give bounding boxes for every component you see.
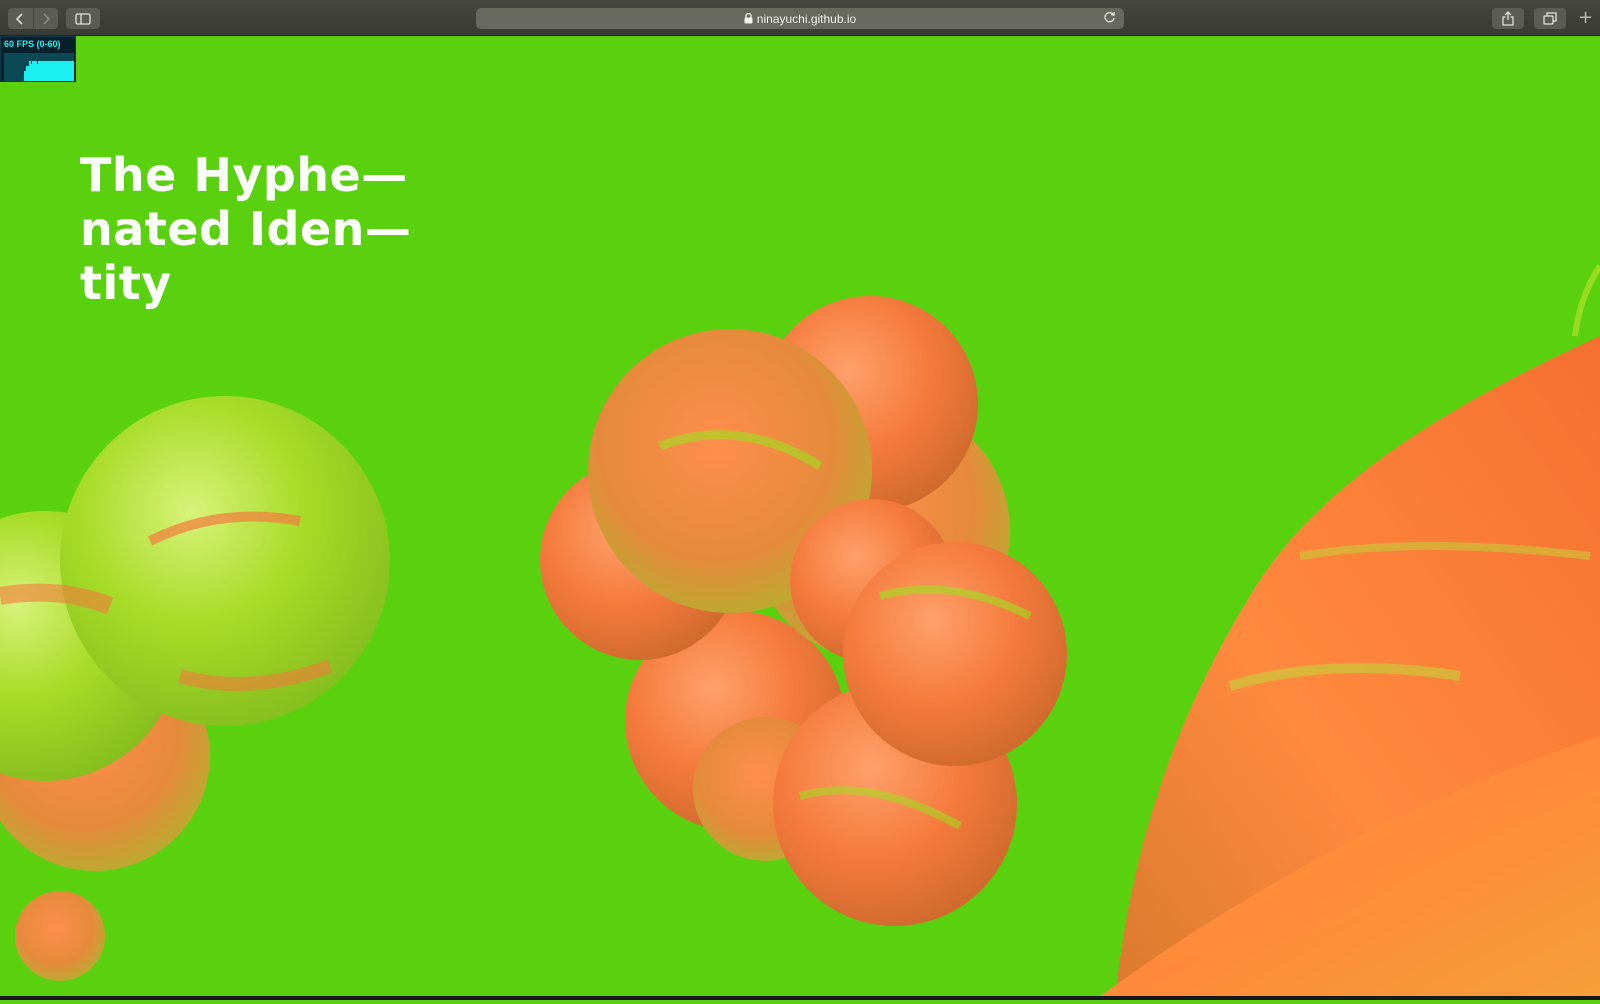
- headline: The Hyphe— nated Iden— tity: [80, 148, 411, 310]
- headline-line: The Hyphe—: [80, 148, 408, 202]
- show-tabs-button[interactable]: [1534, 8, 1566, 29]
- browser-toolbar: ninayuchi.github.io +: [0, 0, 1600, 36]
- headline-line: nated Iden—: [80, 202, 412, 256]
- headline-line: tity: [80, 256, 172, 310]
- back-button[interactable]: [8, 8, 33, 29]
- tabs-icon: [1543, 12, 1557, 25]
- sphere-edge: [1572, 264, 1600, 337]
- sphere: [843, 542, 1067, 766]
- address-bar[interactable]: ninayuchi.github.io: [476, 8, 1124, 29]
- sphere: [60, 396, 390, 726]
- sidebar-toggle-button[interactable]: [66, 8, 100, 29]
- reload-icon: [1104, 11, 1115, 23]
- window-bottom-edge: [0, 996, 1600, 1000]
- back-icon: [16, 12, 23, 25]
- sphere: [15, 891, 105, 981]
- lock-icon: [744, 13, 753, 24]
- nav-buttons: [8, 8, 58, 29]
- new-tab-icon: +: [1578, 7, 1594, 28]
- url-text: ninayuchi.github.io: [756, 11, 857, 26]
- sidebar-icon: [75, 12, 91, 25]
- new-tab-button[interactable]: +: [1578, 7, 1594, 28]
- forward-button[interactable]: [32, 8, 59, 29]
- forward-icon: [43, 12, 50, 25]
- webgl-canvas[interactable]: The Hyphe— nated Iden— tity: [0, 36, 1600, 1000]
- share-button[interactable]: [1492, 8, 1524, 29]
- share-icon: [1502, 11, 1514, 26]
- reload-button[interactable]: [1103, 11, 1116, 24]
